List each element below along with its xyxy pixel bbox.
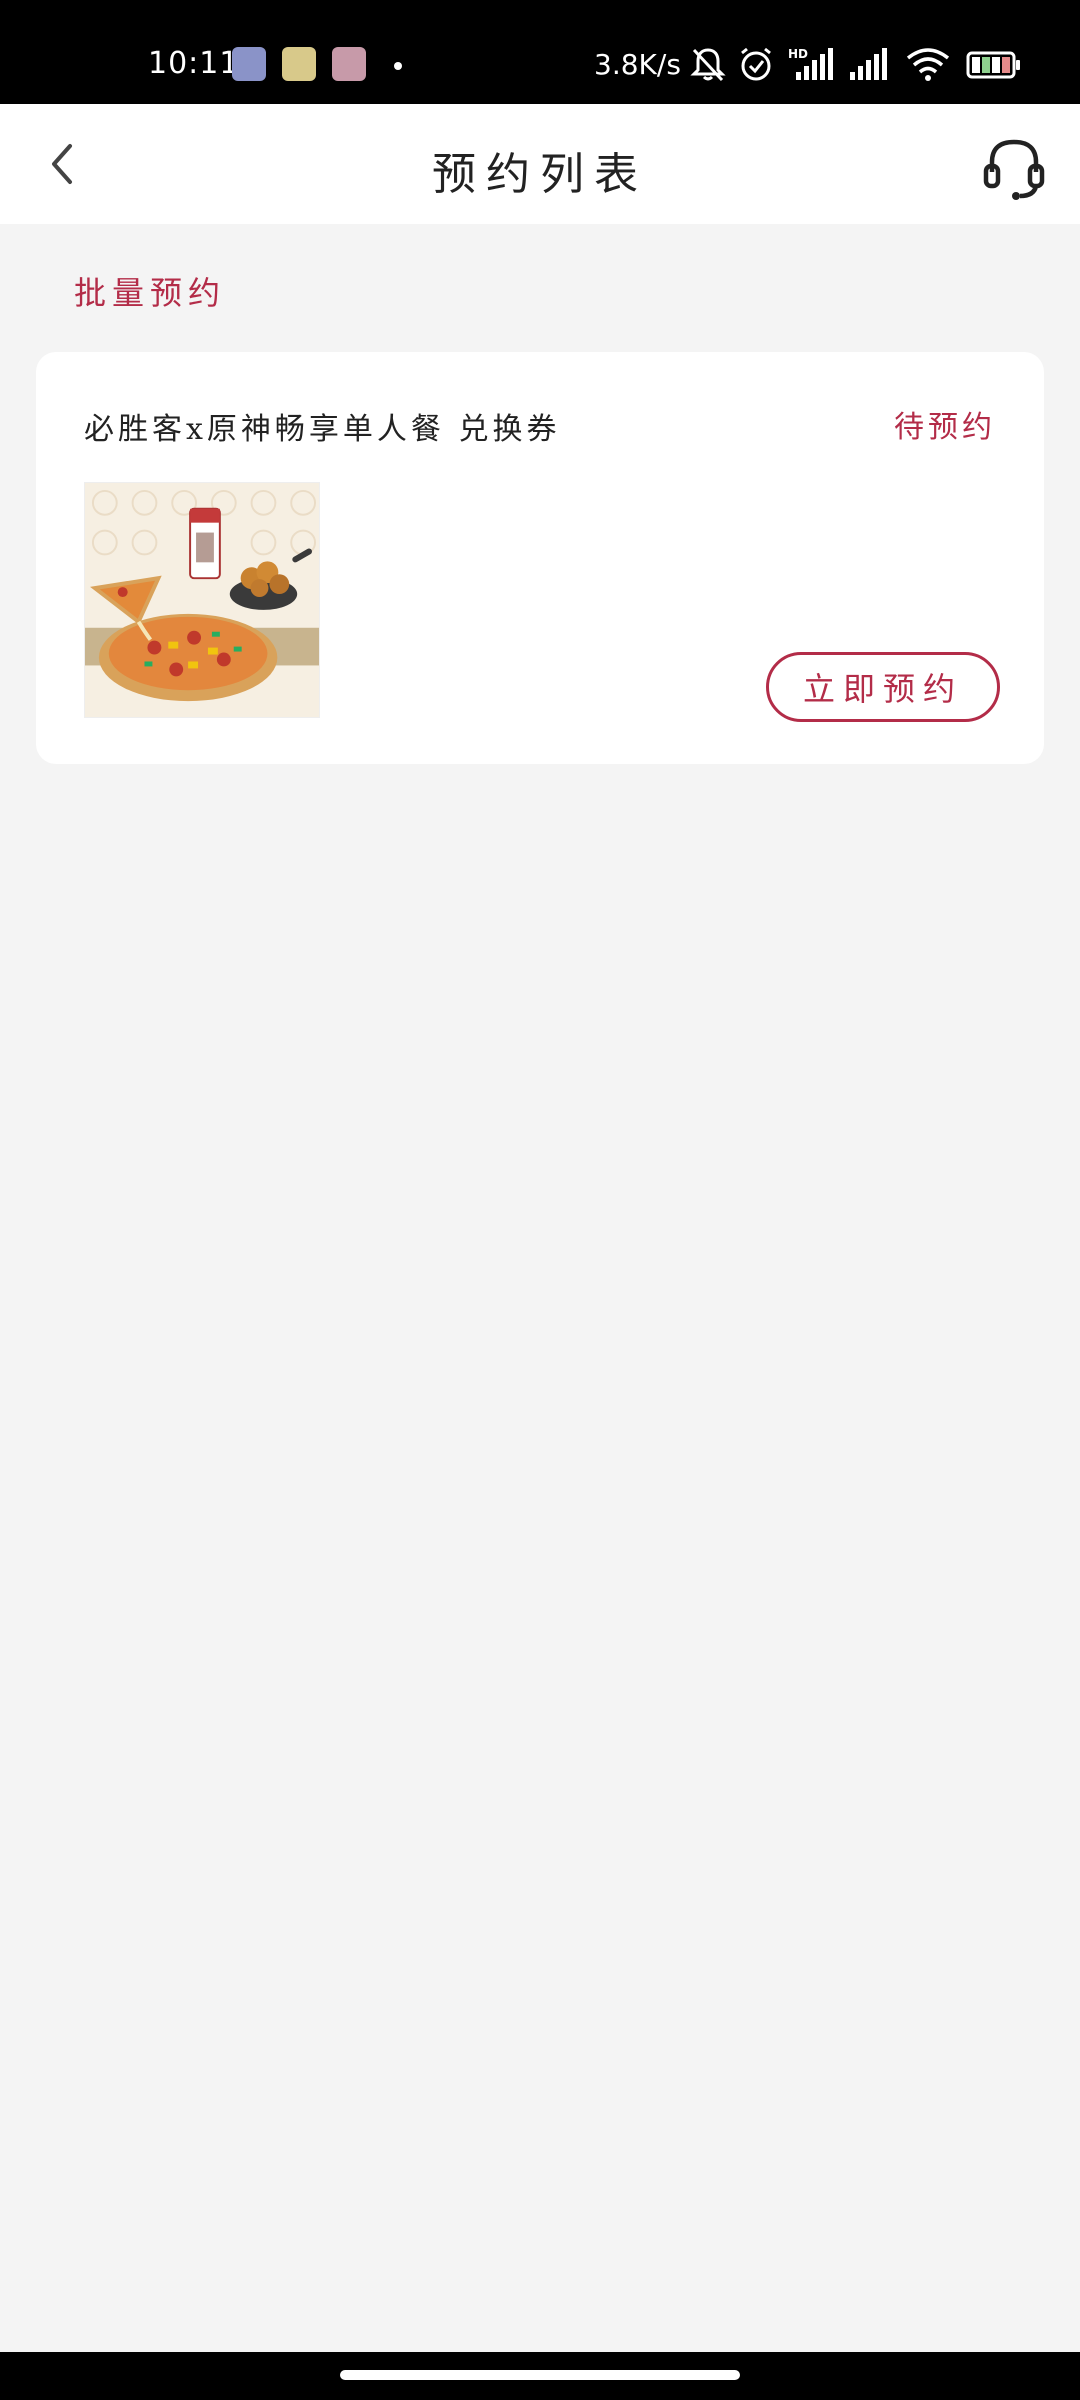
app-notification-icon-1 xyxy=(232,47,266,81)
batch-reserve-link[interactable]: 批量预约 xyxy=(74,268,226,314)
reserve-now-button[interactable]: 立即预约 xyxy=(766,652,1000,722)
wifi-icon xyxy=(906,48,950,81)
status-bar: 10:11 3.8K/s HD xyxy=(0,0,1080,104)
coupon-title: 必胜客x原神畅享单人餐 兑换券 xyxy=(84,412,561,447)
status-badge: 待预约 xyxy=(894,410,996,445)
battery-icon xyxy=(966,51,1020,79)
more-notifications-dot xyxy=(394,62,402,70)
app-notification-icon-3 xyxy=(332,47,366,81)
pizza-meal-image xyxy=(84,482,320,718)
page-title: 预约列表 xyxy=(432,149,648,200)
network-speed: 3.8K/s xyxy=(594,48,681,81)
coupon-card: 必胜客x原神畅享单人餐 兑换券 待预约 立即预约 xyxy=(36,352,1044,764)
app-header: 预约列表 xyxy=(0,104,1080,224)
home-indicator[interactable] xyxy=(340,2370,740,2380)
hd-signal-icon: HD xyxy=(788,47,833,80)
mute-bell-icon xyxy=(690,48,726,82)
app-notification-icon-2 xyxy=(282,47,316,81)
customer-service-button[interactable] xyxy=(978,132,1050,204)
svg-text:HD: HD xyxy=(788,47,808,61)
navigation-bar xyxy=(0,2352,1080,2400)
signal-icon xyxy=(850,48,887,80)
status-time: 10:11 xyxy=(148,46,240,81)
alarm-icon xyxy=(741,47,771,81)
